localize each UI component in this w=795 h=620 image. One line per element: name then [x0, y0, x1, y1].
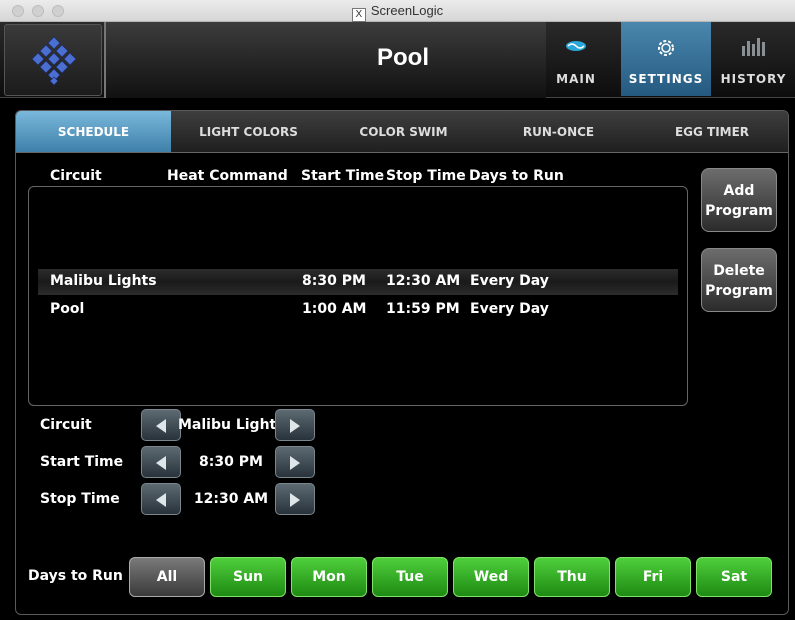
circuit-next-button[interactable]	[275, 409, 315, 441]
row-days: Every Day	[470, 273, 549, 289]
schedule-row[interactable]: Pool 1:00 AM 11:59 PM Every Day	[38, 297, 678, 323]
gear-icon	[621, 36, 711, 58]
arrow-left-icon	[156, 493, 166, 507]
column-circuit: Circuit	[50, 168, 102, 184]
day-mon-button[interactable]: Mon	[291, 557, 367, 597]
delete-program-button[interactable]: Delete Program	[701, 248, 777, 312]
nav-main-label: MAIN	[556, 72, 596, 86]
stop-time-next-button[interactable]	[275, 483, 315, 515]
arrow-right-icon	[290, 456, 300, 470]
row-start-time: 1:00 AM	[302, 301, 367, 317]
day-sun-button[interactable]: Sun	[210, 557, 286, 597]
app-header: Pool MAIN SETTINGS HISTORY	[0, 22, 795, 98]
nav-history[interactable]: HISTORY	[712, 22, 795, 96]
row-start-time: 8:30 PM	[302, 273, 366, 289]
tab-color-swim[interactable]: COLOR SWIM	[326, 111, 481, 152]
row-days: Every Day	[470, 301, 549, 317]
window-title: X ScreenLogic	[0, 3, 795, 22]
page-title: Pool	[377, 44, 429, 71]
nav-main[interactable]: MAIN	[532, 22, 620, 96]
tab-schedule[interactable]: SCHEDULE	[16, 111, 171, 152]
day-all-button[interactable]: All	[129, 557, 205, 597]
column-days-to-run: Days to Run	[469, 168, 564, 184]
stop-time-value: 12:30 AM	[193, 491, 269, 507]
start-time-prev-button[interactable]	[141, 446, 181, 478]
row-stop-time: 11:59 PM	[386, 301, 460, 317]
logo-icon	[32, 36, 76, 86]
column-start-time: Start Time	[301, 168, 385, 184]
x11-app-icon: X	[351, 8, 366, 22]
circuit-value: Malibu Lights	[178, 417, 285, 433]
schedule-row[interactable]: Malibu Lights 8:30 PM 12:30 AM Every Day	[38, 269, 678, 295]
start-time-value: 8:30 PM	[199, 454, 263, 470]
schedule-list: Malibu Lights 8:30 PM 12:30 AM Every Day…	[28, 186, 688, 406]
days-to-run-label: Days to Run	[28, 568, 123, 584]
day-wed-button[interactable]: Wed	[453, 557, 529, 597]
day-fri-button[interactable]: Fri	[615, 557, 691, 597]
schedule-panel: SCHEDULE LIGHT COLORS COLOR SWIM RUN-ONC…	[15, 110, 789, 615]
row-circuit: Pool	[50, 301, 85, 317]
day-sat-button[interactable]: Sat	[696, 557, 772, 597]
bar-chart-icon	[712, 36, 795, 58]
day-tue-button[interactable]: Tue	[372, 557, 448, 597]
row-circuit: Malibu Lights	[50, 273, 157, 289]
nav-settings-label: SETTINGS	[628, 72, 704, 86]
tab-light-colors[interactable]: LIGHT COLORS	[171, 111, 326, 152]
arrow-right-icon	[290, 419, 300, 433]
stop-time-prev-button[interactable]	[141, 483, 181, 515]
circuit-prev-button[interactable]	[141, 409, 181, 441]
pentair-logo	[4, 24, 102, 96]
circuit-label: Circuit	[40, 417, 92, 433]
stop-time-label: Stop Time	[40, 491, 120, 507]
day-thu-button[interactable]: Thu	[534, 557, 610, 597]
arrow-left-icon	[156, 419, 166, 433]
pool-icon	[532, 36, 620, 58]
start-time-next-button[interactable]	[275, 446, 315, 478]
tab-run-once[interactable]: RUN-ONCE	[481, 111, 636, 152]
tab-egg-timer[interactable]: EGG TIMER	[636, 111, 788, 152]
tab-bar: SCHEDULE LIGHT COLORS COLOR SWIM RUN-ONC…	[16, 111, 788, 153]
add-program-button[interactable]: Add Program	[701, 168, 777, 232]
column-heat-command: Heat Command	[167, 168, 288, 184]
nav-settings[interactable]: SETTINGS	[621, 22, 711, 96]
column-stop-time: Stop Time	[386, 168, 466, 184]
row-stop-time: 12:30 AM	[386, 273, 461, 289]
window-titlebar: X ScreenLogic	[0, 0, 795, 22]
nav-history-label: HISTORY	[720, 72, 787, 86]
arrow-right-icon	[290, 493, 300, 507]
start-time-label: Start Time	[40, 454, 124, 470]
arrow-left-icon	[156, 456, 166, 470]
